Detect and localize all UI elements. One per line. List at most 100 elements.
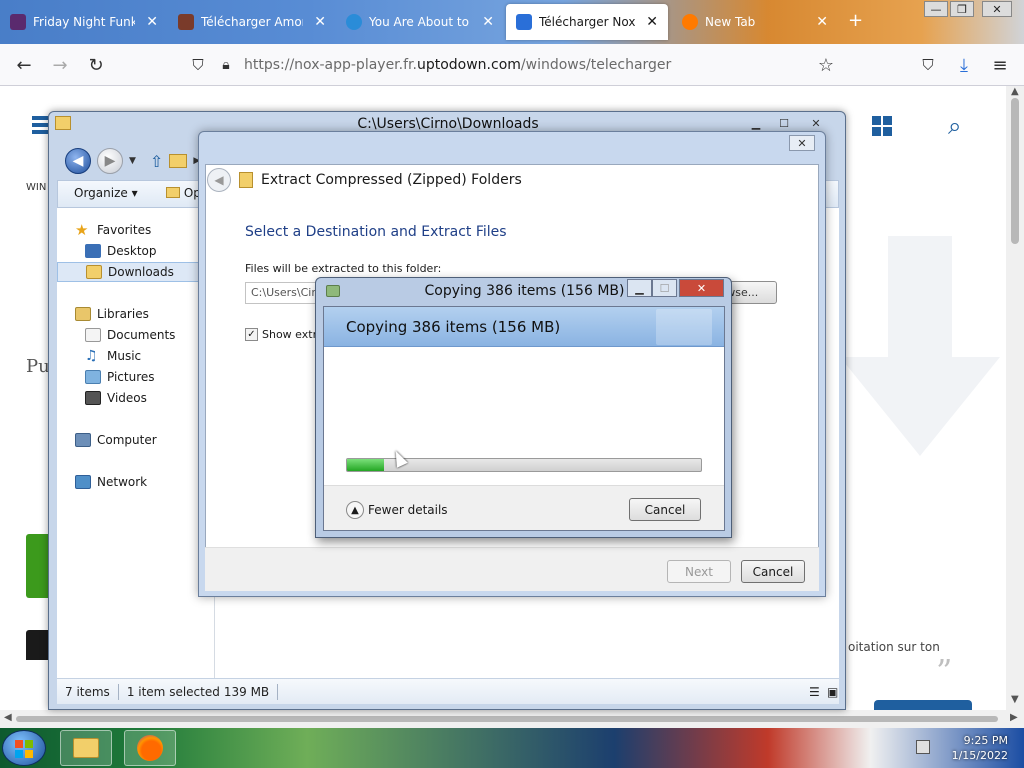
nav-item-label: Documents — [107, 328, 176, 342]
scrollbar-thumb[interactable] — [1011, 98, 1019, 244]
explorer-address-bar: ◀ ▶ ▼ ⇧ ▶ — [65, 146, 200, 176]
close-button[interactable]: ✕ — [679, 279, 724, 297]
large-icons-view-icon[interactable]: ▣ — [819, 685, 846, 699]
close-tab-icon[interactable]: ✕ — [816, 14, 828, 30]
close-button[interactable]: ✕ — [803, 115, 829, 131]
url-bar[interactable]: https://nox-app-player.fr. uptodown.com/w… — [244, 51, 804, 79]
taskbar-explorer[interactable] — [60, 730, 112, 766]
close-tab-icon[interactable]: ✕ — [646, 14, 658, 30]
scroll-up-icon[interactable]: ▲ — [1011, 86, 1019, 97]
page-fragment-text: WIN — [26, 182, 47, 193]
forward-button[interactable]: → — [48, 53, 72, 77]
tab-you-are-about[interactable]: You Are About to Do ✕ — [336, 4, 504, 40]
nav-item-label: Desktop — [107, 244, 157, 258]
minimize-button[interactable]: ▁ — [627, 279, 652, 297]
status-bar: 7 items 1 item selected 139 MB ☰ ▣ — [57, 678, 839, 704]
copy-dialog-body: Copying 386 items (156 MB) ▲ Fewer detai… — [323, 306, 725, 531]
chevron-up-icon: ▲ — [346, 501, 364, 519]
lock-icon[interactable]: 🔒︎ — [214, 53, 238, 77]
zip-folder-icon — [239, 172, 253, 188]
downloads-icon[interactable]: ⤓ — [952, 53, 976, 77]
tab-friday-night-funkin[interactable]: Friday Night Funkin ✕ — [0, 4, 168, 40]
tab-telecharger-among[interactable]: Télécharger Among ✕ — [168, 4, 336, 40]
explorer-title: C:\Users\Cirno\Downloads — [357, 116, 539, 132]
back-arrow-icon[interactable]: ◀ — [207, 168, 231, 192]
close-button[interactable]: ✕ — [789, 135, 815, 151]
nav-item-label: Downloads — [108, 265, 174, 279]
restore-window-button[interactable]: ❐ — [950, 1, 974, 17]
open-button[interactable]: Op — [166, 186, 201, 200]
tab-telecharger-noxplayer[interactable]: Télécharger NoxPlay ✕ — [506, 4, 668, 40]
reload-button[interactable]: ↻ — [84, 53, 108, 77]
desktop-icon — [85, 244, 101, 258]
scrollbar-thumb[interactable] — [16, 716, 998, 722]
progress-fill — [347, 459, 385, 471]
music-icon: ♫ — [85, 348, 98, 364]
url-suffix: /windows/telecharger — [520, 57, 672, 73]
search-icon[interactable]: ⌕ — [948, 112, 961, 140]
copy-progress-dialog: Copying 386 items (156 MB) ▁ ☐ ✕ Copying… — [315, 277, 732, 538]
scroll-left-icon[interactable]: ◀ — [4, 712, 12, 723]
taskbar-firefox[interactable] — [124, 730, 176, 766]
maximize-button[interactable]: ☐ — [652, 279, 677, 297]
up-arrow-icon[interactable]: ⇧ — [150, 152, 163, 171]
checkbox-checked-icon[interactable]: ✓ — [245, 328, 258, 341]
hamburger-menu-icon[interactable] — [32, 116, 48, 134]
close-tab-icon[interactable]: ✕ — [314, 14, 326, 30]
wizard-header: ◀ Extract Compressed (Zipped) Folders — [207, 168, 522, 192]
nav-item-downloads[interactable]: Downloads — [57, 262, 215, 282]
windows-logo-icon — [15, 740, 33, 758]
shield-icon[interactable]: ⛉ — [186, 53, 210, 77]
close-tab-icon[interactable]: ✕ — [482, 14, 494, 30]
maximize-button[interactable]: ☐ — [771, 115, 797, 131]
scroll-down-icon[interactable]: ▼ — [1011, 694, 1019, 705]
close-tab-icon[interactable]: ✕ — [146, 14, 158, 30]
minimize-window-button[interactable]: — — [924, 1, 948, 17]
folder-icon — [73, 738, 99, 758]
tab-favicon-icon — [516, 14, 532, 30]
star-icon: ★ — [75, 221, 89, 239]
firefox-icon — [682, 14, 698, 30]
folder-icon — [169, 154, 188, 168]
clock-date: 1/15/2022 — [951, 749, 1008, 762]
back-button[interactable]: ← — [12, 53, 36, 77]
nav-item-label: Computer — [97, 433, 157, 447]
url-domain: uptodown.com — [416, 57, 521, 73]
recent-pages-chevron-icon[interactable]: ▼ — [129, 156, 136, 166]
destination-label: Files will be extracted to this folder: — [245, 262, 442, 275]
fewer-details-button[interactable]: ▲ Fewer details — [346, 501, 448, 519]
forward-arrow-icon[interactable]: ▶ — [97, 148, 123, 174]
tab-bar: Friday Night Funkin ✕ Télécharger Among … — [0, 0, 1024, 44]
organize-button[interactable]: Organize ▾ — [74, 186, 138, 200]
nav-item-label: Libraries — [97, 307, 149, 321]
tab-label: Télécharger Among — [201, 15, 303, 29]
nav-item-label: Music — [107, 349, 142, 363]
close-window-button[interactable]: ✕ — [982, 1, 1012, 17]
cancel-button[interactable]: Cancel — [741, 560, 805, 583]
tab-new-tab[interactable]: New Tab ✕ — [672, 4, 838, 40]
tab-label: You Are About to Do — [369, 15, 471, 29]
bookmark-star-icon[interactable]: ☆ — [814, 53, 838, 77]
cancel-copy-button[interactable]: Cancel — [629, 498, 701, 521]
new-tab-button[interactable]: + — [848, 10, 863, 31]
action-center-icon[interactable] — [916, 740, 930, 754]
pocket-icon[interactable]: ⛉ — [916, 53, 940, 77]
horizontal-scrollbar[interactable]: ◀ ▶ — [0, 710, 1024, 728]
start-button[interactable] — [2, 730, 46, 766]
selection-size: 139 MB — [223, 684, 270, 699]
download-arrow-graphic — [840, 236, 1000, 456]
network-icon — [75, 475, 91, 489]
menu-icon[interactable]: ≡ — [988, 53, 1012, 77]
url-prefix: https://nox-app-player.fr. — [244, 57, 417, 73]
system-clock[interactable]: 9:25 PM 1/15/2022 — [938, 733, 1008, 763]
tab-favicon-icon — [178, 14, 194, 30]
vertical-scrollbar[interactable]: ▲ ▼ — [1006, 86, 1024, 710]
computer-icon — [75, 433, 91, 447]
next-button[interactable]: Next — [667, 560, 731, 583]
minimize-button[interactable]: ▁ — [743, 115, 769, 131]
item-count: 7 items — [65, 684, 110, 699]
back-arrow-icon[interactable]: ◀ — [65, 148, 91, 174]
scroll-right-icon[interactable]: ▶ — [1010, 712, 1018, 723]
folder-icon — [166, 187, 180, 198]
tab-label: New Tab — [705, 15, 756, 29]
